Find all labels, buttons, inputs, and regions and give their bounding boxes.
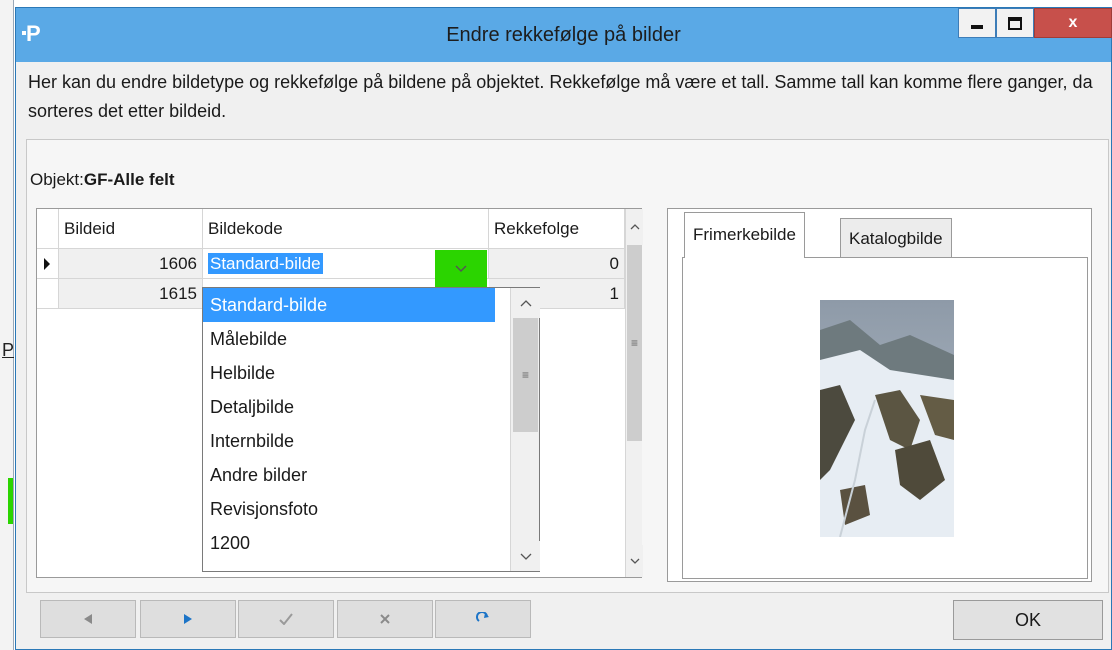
scroll-thumb[interactable]: ≡ [513, 318, 538, 432]
grid-vertical-scrollbar[interactable]: ≡ [625, 209, 643, 577]
cell-rekkefolge[interactable]: 0 [489, 249, 625, 279]
bildekode-dropdown-list[interactable]: Standard-bilde Målebilde Helbilde Detalj… [202, 287, 540, 572]
chevron-down-icon [455, 265, 467, 273]
title-bar[interactable]: P Endre rekkefølge på bilder x [16, 8, 1112, 62]
grip-icon: ≡ [521, 368, 529, 382]
scroll-down-button[interactable] [511, 541, 540, 571]
window-title: Endre rekkefølge på bilder [446, 24, 681, 46]
minimize-icon [971, 25, 983, 29]
cross-icon [380, 614, 390, 624]
chevron-up-icon [630, 224, 639, 230]
object-value: GF-Alle felt [83, 170, 175, 189]
object-label: Objekt:GF-Alle felt [30, 170, 175, 189]
tab-frimerkebilde[interactable]: Frimerkebilde [684, 212, 805, 258]
scroll-up-button[interactable] [511, 288, 540, 318]
ok-button[interactable]: OK [953, 600, 1103, 640]
cancel-button[interactable] [337, 600, 433, 638]
row-selector[interactable] [37, 279, 59, 309]
dropdown-option[interactable]: 1200 [203, 526, 495, 560]
scroll-down-button[interactable] [626, 545, 643, 577]
background-app-panel [0, 0, 14, 650]
background-app-letter: P [2, 340, 15, 360]
combobox-dropdown-button[interactable] [435, 250, 487, 288]
next-button[interactable] [140, 600, 236, 638]
preview-image [820, 300, 954, 538]
maximize-icon [1008, 16, 1022, 30]
dropdown-option[interactable]: Helbilde [203, 356, 495, 390]
dropdown-scrollbar[interactable]: ≡ [510, 288, 540, 571]
dropdown-option[interactable]: Revisjonsfoto [203, 492, 495, 526]
scroll-up-button[interactable] [626, 209, 643, 245]
refresh-icon [476, 612, 489, 622]
dropdown-option[interactable]: Målebilde [203, 322, 495, 356]
column-header-bildeid[interactable]: Bildeid [59, 209, 203, 249]
dropdown-option[interactable]: Andre bilder [203, 458, 495, 492]
check-icon [279, 613, 293, 625]
close-button[interactable]: x [1034, 8, 1112, 38]
chevron-up-icon [520, 299, 531, 306]
column-header-rekkefolge[interactable]: Rekkefolge [489, 209, 625, 249]
minimize-button[interactable] [958, 8, 996, 38]
tab-katalogbilde[interactable]: Katalogbilde [840, 218, 952, 258]
chevron-down-icon [630, 558, 639, 564]
combobox-selected-text: Standard-bilde [208, 253, 323, 274]
dropdown-option[interactable]: Internbilde [203, 424, 495, 458]
confirm-button[interactable] [238, 600, 334, 638]
grip-icon: ≡ [630, 336, 638, 350]
background-app-top [0, 0, 1112, 6]
scroll-thumb[interactable]: ≡ [627, 245, 642, 441]
refresh-button[interactable] [435, 600, 531, 638]
cell-bildeid[interactable]: 1615 [59, 279, 203, 309]
arrow-left-icon [84, 614, 92, 624]
cell-bildeid[interactable]: 1606 [59, 249, 203, 279]
previous-button[interactable] [40, 600, 136, 638]
column-header-bildekode[interactable]: Bildekode [203, 209, 489, 249]
arrow-right-icon [184, 614, 192, 624]
current-row-icon [44, 258, 50, 270]
instruction-text: Her kan du endre bildetype og rekkefølge… [28, 72, 1093, 121]
close-icon: x [1068, 14, 1078, 31]
dropdown-option[interactable]: Detaljbilde [203, 390, 495, 424]
grid-corner-header [37, 209, 59, 249]
chevron-down-icon [520, 553, 531, 560]
dropdown-option[interactable]: Standard-bilde [203, 288, 495, 322]
maximize-button[interactable] [996, 8, 1034, 38]
background-app-green-marker [8, 478, 13, 524]
row-selector[interactable] [37, 249, 59, 279]
